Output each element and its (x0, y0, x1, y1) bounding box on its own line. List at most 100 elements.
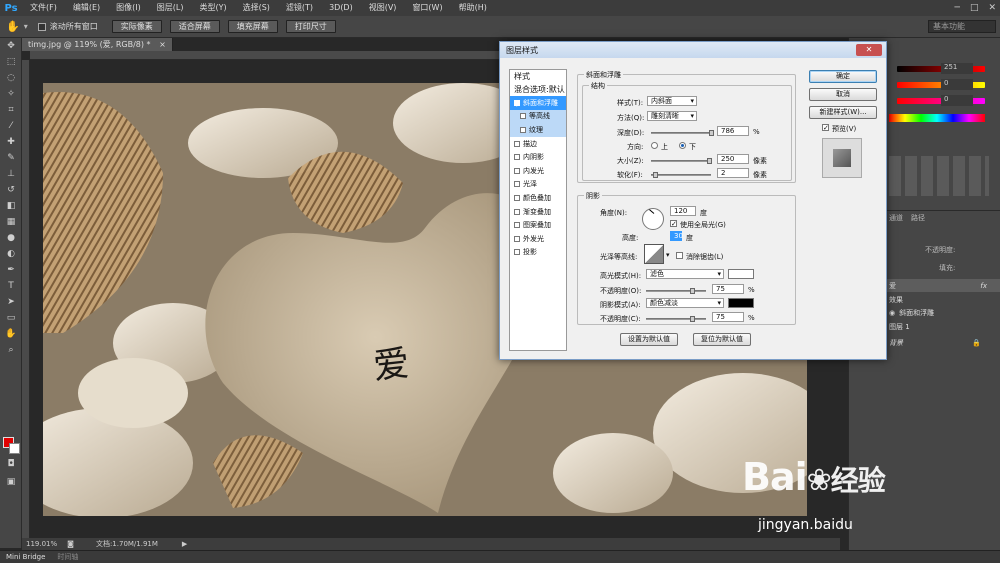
menu-edit[interactable]: 编辑(E) (65, 0, 108, 16)
minimize-icon[interactable]: ─ (955, 0, 960, 16)
style-item-inner-glow[interactable]: 内发光 (510, 164, 566, 178)
highlight-opacity-slider[interactable] (646, 288, 706, 294)
dialog-title-bar[interactable]: 图层样式 (500, 42, 886, 58)
soften-slider-thumb[interactable] (653, 172, 658, 178)
bevel-checkbox[interactable]: ✓ (514, 99, 521, 109)
zoom-tool-icon[interactable]: ⌕ (0, 342, 22, 358)
fit-screen-button[interactable]: 适合屏幕 (169, 20, 220, 33)
zoom-readout[interactable]: 119.01% (26, 540, 57, 548)
workspace-select[interactable]: 基本功能 (928, 20, 996, 33)
menu-layer[interactable]: 图层(L) (149, 0, 192, 16)
menu-filter[interactable]: 滤镜(T) (278, 0, 321, 16)
tab-mini-bridge[interactable]: Mini Bridge (0, 551, 51, 563)
menu-3d[interactable]: 3D(D) (321, 0, 361, 16)
global-light-checkbox[interactable]: ✓ (670, 220, 677, 228)
styles-header[interactable]: 样式 (510, 70, 566, 83)
close-icon[interactable]: ✕ (988, 0, 996, 16)
style-item-texture[interactable]: 纹理 (510, 123, 566, 137)
styles-grid[interactable] (889, 156, 989, 196)
menu-select[interactable]: 选择(S) (235, 0, 278, 16)
maximize-icon[interactable]: □ (970, 0, 979, 16)
style-item-bevel[interactable]: ✓ 斜面和浮雕 (510, 96, 566, 110)
depth-slider[interactable] (651, 130, 714, 136)
clone-stamp-tool-icon[interactable]: ⊥ (0, 166, 22, 182)
menu-window[interactable]: 窗口(W) (404, 0, 450, 16)
pen-tool-icon[interactable]: ✒ (0, 262, 22, 278)
new-style-button[interactable]: 新建样式(W)... (809, 106, 877, 119)
path-selection-tool-icon[interactable]: ➤ (0, 294, 22, 310)
size-input[interactable]: 250 (717, 154, 749, 164)
size-slider-thumb[interactable] (707, 158, 712, 164)
cancel-button[interactable]: 取消 (809, 88, 877, 101)
highlight-opacity-thumb[interactable] (690, 288, 695, 294)
dialog-close-button[interactable]: ✕ (856, 44, 882, 56)
blur-tool-icon[interactable]: ● (0, 230, 22, 246)
green-value[interactable]: 0 (941, 79, 973, 90)
brush-tool-icon[interactable]: ✎ (0, 150, 22, 166)
style-item-inner-shadow[interactable]: 内阴影 (510, 150, 566, 164)
menu-image[interactable]: 图像(I) (108, 0, 149, 16)
highlight-opacity-input[interactable]: 75 (712, 284, 744, 294)
eyedropper-tool-icon[interactable]: ⁄ (0, 118, 22, 134)
style-item-gradient-overlay[interactable]: 渐变叠加 (510, 205, 566, 219)
gloss-contour-picker[interactable] (644, 244, 664, 264)
red-value[interactable]: 251 (941, 63, 973, 74)
dodge-tool-icon[interactable]: ◐ (0, 246, 22, 262)
altitude-input[interactable]: 30 (670, 231, 683, 241)
style-item-satin[interactable]: 光泽 (510, 178, 566, 192)
menu-view[interactable]: 视图(V) (361, 0, 405, 16)
style-item-drop-shadow[interactable]: 投影 (510, 246, 566, 260)
pattern-overlay-checkbox[interactable] (514, 222, 520, 229)
highlight-color-swatch[interactable] (728, 269, 754, 279)
soften-input[interactable]: 2 (717, 168, 749, 178)
shadow-opacity-input[interactable]: 75 (712, 312, 744, 322)
inner-glow-checkbox[interactable] (514, 167, 520, 174)
history-brush-tool-icon[interactable]: ↺ (0, 182, 22, 198)
blending-options-item[interactable]: 混合选项:默认 (510, 83, 566, 96)
antialias-checkbox[interactable] (676, 252, 683, 259)
style-item-outer-glow[interactable]: 外发光 (510, 232, 566, 246)
actual-pixels-button[interactable]: 实际像素 (111, 20, 162, 33)
fill-screen-button[interactable]: 填充屏幕 (227, 20, 278, 33)
outer-glow-checkbox[interactable] (514, 235, 520, 242)
tab-channels[interactable]: 通道 (889, 213, 903, 223)
screen-mode-icon[interactable]: ▣ (0, 474, 22, 490)
quick-mask-icon[interactable]: ◘ (0, 456, 22, 472)
reset-default-button[interactable]: 复位为默认值 (693, 333, 751, 346)
preview-checkbox[interactable]: ✓ (822, 124, 829, 132)
gradient-tool-icon[interactable]: ▦ (0, 214, 22, 230)
menu-type[interactable]: 类型(Y) (191, 0, 234, 16)
shadow-opacity-thumb[interactable] (690, 316, 695, 322)
ok-button[interactable]: 确定 (809, 70, 877, 83)
eye-icon[interactable]: ◉ (889, 309, 895, 317)
drop-shadow-checkbox[interactable] (514, 249, 520, 256)
status-menu-arrow-icon[interactable]: ▶ (182, 540, 187, 548)
marquee-tool-icon[interactable]: ⬚ (0, 54, 22, 70)
gloss-contour-dropdown-icon[interactable]: ▾ (666, 251, 670, 259)
style-item-contour[interactable]: 等高线 (510, 109, 566, 124)
move-tool-icon[interactable]: ✥ (0, 38, 22, 54)
spectrum-bar[interactable] (889, 114, 985, 122)
stroke-checkbox[interactable] (514, 140, 520, 147)
angle-input[interactable]: 120 (670, 206, 696, 216)
shadow-color-swatch[interactable] (728, 298, 754, 308)
menu-file[interactable]: 文件(F) (22, 0, 65, 16)
tab-timeline[interactable]: 时间轴 (51, 551, 84, 563)
style-select[interactable]: 内斜面 (647, 96, 697, 106)
healing-brush-tool-icon[interactable]: ✚ (0, 134, 22, 150)
style-item-pattern-overlay[interactable]: 图案叠加 (510, 218, 566, 232)
direction-up-radio[interactable] (651, 142, 658, 149)
gradient-overlay-checkbox[interactable] (514, 208, 520, 215)
menu-help[interactable]: 帮助(H) (451, 0, 495, 16)
direction-down-radio[interactable] (679, 142, 686, 149)
lasso-tool-icon[interactable]: ◌ (0, 70, 22, 86)
crop-tool-icon[interactable]: ⌗ (0, 102, 22, 118)
eraser-tool-icon[interactable]: ◧ (0, 198, 22, 214)
inner-shadow-checkbox[interactable] (514, 154, 520, 161)
scroll-all-checkbox[interactable] (37, 22, 46, 31)
type-tool-icon[interactable]: T (0, 278, 22, 294)
method-select[interactable]: 雕刻清晰 (647, 111, 697, 121)
fx-icon[interactable]: fx (980, 282, 987, 290)
angle-dial[interactable] (642, 208, 664, 230)
hand-tool-icon[interactable]: ✋ (0, 326, 22, 342)
